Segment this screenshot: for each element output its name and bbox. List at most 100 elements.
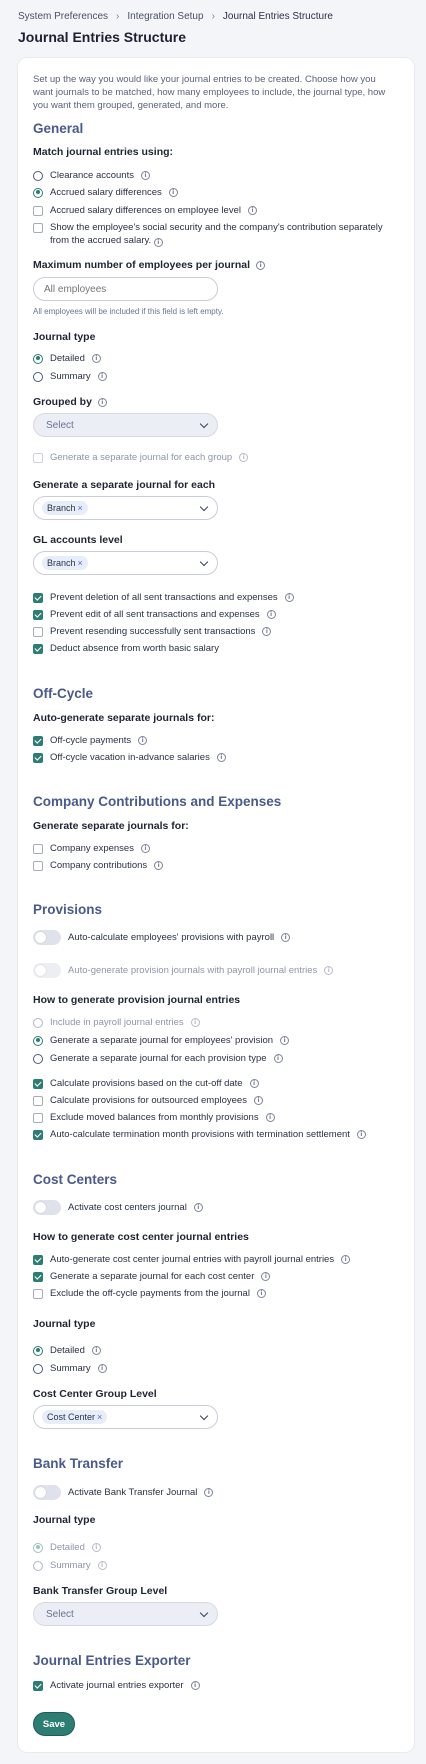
chip-remove-icon[interactable]: × [78,558,83,568]
info-icon[interactable]: i [138,736,148,745]
checkbox-checked[interactable] [33,643,43,654]
info-icon[interactable]: i [97,1561,107,1570]
radio-button-selected[interactable] [33,353,43,364]
check-activate-exporter[interactable]: Activate journal entries exporter i [33,1680,200,1691]
check-exclude-moved-balances[interactable]: Exclude moved balances from monthly prov… [33,1112,275,1123]
checkbox-checked[interactable] [33,752,43,763]
checkbox-disabled[interactable] [33,452,43,463]
check-prevent-deletion[interactable]: Prevent deletion of all sent transaction… [33,592,294,603]
radio-clearance-accounts[interactable]: Clearance accounts i [33,170,150,181]
info-icon[interactable]: i [190,1018,200,1027]
info-icon[interactable]: i [262,627,272,636]
radio-button[interactable] [33,1053,43,1064]
check-company-expenses[interactable]: Company expenses i [33,843,150,854]
max-employees-input[interactable] [33,277,218,301]
radio-bank-detailed[interactable]: Detailed i [33,1542,101,1553]
toggle-cost-centers[interactable]: Activate cost centers journal i [33,1200,203,1215]
checkbox[interactable] [33,1095,43,1106]
gl-level-select[interactable]: Branch × [33,551,218,575]
info-icon[interactable]: i [153,237,163,247]
radio-accrued-salary[interactable]: Accrued salary differences i [33,187,178,198]
info-icon[interactable]: i [97,372,107,381]
breadcrumb-integration-setup[interactable]: Integration Setup [127,11,203,22]
toggle-switch[interactable] [33,1200,61,1215]
info-icon[interactable]: i [253,1096,263,1105]
checkbox-checked[interactable] [33,1680,43,1691]
info-icon[interactable]: i [193,1203,203,1212]
info-icon[interactable]: i [204,1488,214,1497]
check-show-social-security[interactable]: Show the employee's social security and … [33,221,383,247]
toggle-auto-calc-provisions[interactable]: Auto-calculate employees' provisions wit… [33,930,291,945]
checkbox[interactable] [33,843,43,854]
check-cutoff-date[interactable]: Calculate provisions based on the cut-of… [33,1078,259,1089]
checkbox[interactable] [33,1288,43,1299]
info-icon[interactable]: i [324,966,334,975]
check-prevent-edit[interactable]: Prevent edit of all sent transactions an… [33,609,276,620]
check-auto-gen-cost-center[interactable]: Auto-generate cost center journal entrie… [33,1254,351,1265]
radio-button-disabled[interactable] [33,1017,43,1028]
radio-separate-employee-provision[interactable]: Generate a separate journal for employee… [33,1035,290,1046]
checkbox[interactable] [33,860,43,871]
info-icon[interactable]: i [140,844,150,853]
toggle-auto-gen-provisions[interactable]: Auto-generate provision journals with pa… [33,963,334,978]
checkbox[interactable] [33,205,43,216]
radio-separate-each-provision-type[interactable]: Generate a separate journal for each pro… [33,1053,283,1064]
check-offcycle-payments[interactable]: Off-cycle payments i [33,735,148,746]
info-icon[interactable]: i [190,1681,200,1690]
info-icon[interactable]: i [91,1543,101,1552]
check-company-contributions[interactable]: Company contributions i [33,860,164,871]
checkbox[interactable] [33,626,43,637]
check-prevent-resending[interactable]: Prevent resending successfully sent tran… [33,626,272,637]
check-deduct-absence[interactable]: Deduct absence from worth basic salary [33,643,219,654]
checkbox-checked[interactable] [33,735,43,746]
checkbox-checked[interactable] [33,609,43,620]
info-icon[interactable]: i [168,188,178,197]
radio-include-payroll[interactable]: Include in payroll journal entries i [33,1017,200,1028]
info-icon[interactable]: i [97,397,107,407]
radio-button[interactable] [33,1363,43,1374]
check-offcycle-vacation[interactable]: Off-cycle vacation in-advance salaries i [33,752,226,763]
checkbox-checked[interactable] [33,1078,43,1089]
info-icon[interactable]: i [273,1054,283,1063]
separate-journal-select[interactable]: Branch × [33,496,218,520]
info-icon[interactable]: i [140,171,150,180]
checkbox-checked[interactable] [33,1254,43,1265]
radio-button-disabled[interactable] [33,1560,43,1571]
info-icon[interactable]: i [261,1272,271,1281]
info-icon[interactable]: i [341,1255,351,1264]
checkbox-checked[interactable] [33,1271,43,1282]
checkbox[interactable] [33,1112,43,1123]
toggle-switch[interactable] [33,930,61,945]
radio-button-selected[interactable] [33,1035,43,1046]
grouped-by-select[interactable]: Select [33,413,218,437]
radio-button-selected[interactable] [33,187,43,198]
radio-detailed[interactable]: Detailed i [33,353,101,364]
radio-bank-summary[interactable]: Summary i [33,1560,107,1571]
info-icon[interactable]: i [249,1079,259,1088]
chip-remove-icon[interactable]: × [78,503,83,513]
info-icon[interactable]: i [256,1289,266,1298]
toggle-switch-disabled[interactable] [33,963,61,978]
save-button[interactable]: Save [33,1712,75,1736]
info-icon[interactable]: i [91,354,101,363]
radio-summary[interactable]: Summary i [33,371,107,382]
bank-group-level-select[interactable]: Select [33,1602,218,1626]
info-icon[interactable]: i [256,260,266,270]
radio-button-selected-disabled[interactable] [33,1542,43,1553]
radio-cc-summary[interactable]: Summary i [33,1363,107,1374]
info-icon[interactable]: i [284,593,294,602]
info-icon[interactable]: i [356,1130,366,1139]
breadcrumb-system-preferences[interactable]: System Preferences [18,11,108,22]
check-separate-each-group[interactable]: Generate a separate journal for each gro… [33,452,249,463]
toggle-switch[interactable] [33,1485,61,1500]
info-icon[interactable]: i [265,1113,275,1122]
info-icon[interactable]: i [91,1346,101,1355]
info-icon[interactable]: i [239,453,249,462]
checkbox-checked[interactable] [33,1129,43,1140]
check-separate-each-cost-center[interactable]: Generate a separate journal for each cos… [33,1271,271,1282]
info-icon[interactable]: i [280,1036,290,1045]
info-icon[interactable]: i [154,861,164,870]
check-exclude-offcycle[interactable]: Exclude the off-cycle payments from the … [33,1288,266,1299]
radio-button-selected[interactable] [33,1345,43,1356]
info-icon[interactable]: i [281,933,291,942]
